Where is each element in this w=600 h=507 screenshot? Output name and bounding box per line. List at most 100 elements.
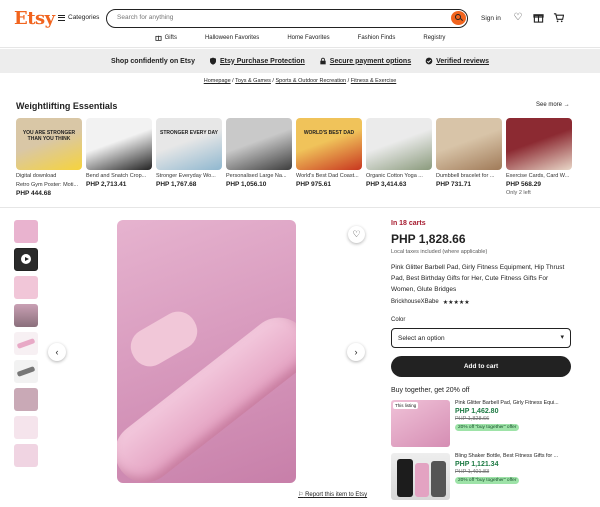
offer-badge: 20% off "buy together" offer [455, 424, 520, 431]
breadcrumb-homepage[interactable]: Homepage [204, 78, 231, 84]
carousel-card-name[interactable]: World's Best Dad Coast... [296, 173, 362, 179]
gift-icon [155, 35, 162, 41]
add-to-cart-button[interactable]: Add to cart [391, 356, 571, 377]
thumbnail-image[interactable] [14, 332, 38, 355]
subnav-registry[interactable]: Registry [423, 34, 445, 41]
verified-reviews-link[interactable]: Verified reviews [425, 57, 489, 65]
previous-image-button[interactable]: ‹ [48, 343, 66, 361]
carts-count: In 18 carts [391, 220, 426, 227]
heart-icon[interactable]: ♡ [512, 12, 524, 24]
subnav-fashion[interactable]: Fashion Finds [358, 34, 396, 41]
carousel-card-price: PHP 568.29 [506, 181, 541, 188]
search-button[interactable] [451, 11, 466, 25]
product-title: Pink Glitter Barbell Pad, Girly Fitness … [391, 264, 565, 293]
play-triangle [25, 257, 29, 261]
bundle-item-old-price: PHP 1,828.66 [455, 416, 490, 422]
thumbnail-image[interactable] [14, 220, 38, 243]
favorite-heart-icon[interactable]: ♡ [348, 226, 365, 243]
cart-icon[interactable] [552, 12, 564, 24]
carousel-card-image[interactable] [436, 118, 502, 170]
product-carousel: YOU ARE STRONGER THAN YOU THINK Digital d… [16, 118, 572, 197]
secure-payment-link[interactable]: Secure payment options [319, 57, 411, 65]
sub-navigation: Gifts Halloween Favorites Home Favorites… [0, 34, 600, 41]
subnav-label: Gifts [164, 34, 177, 41]
thumbnail-image[interactable] [14, 360, 38, 383]
bundle-item-name[interactable]: Bling Shaker Bottle, Best Fitness Gifts … [455, 453, 571, 459]
lock-icon [320, 57, 326, 65]
section-divider [0, 207, 600, 208]
seller-link[interactable]: BrickhouseXBabe [391, 299, 439, 306]
carousel-card[interactable]: WORLD'S BEST DAD World's Best Dad Coast..… [296, 118, 362, 197]
menu-icon [58, 14, 65, 21]
report-item-link[interactable]: ⚐ Report this item to Etsy [298, 491, 367, 498]
purchase-protection-link[interactable]: Etsy Purchase Protection [209, 57, 305, 65]
carousel-card-price: PHP 975.61 [296, 181, 331, 188]
carousel-card-price: PHP 3,414.63 [366, 181, 407, 188]
breadcrumb-toys[interactable]: Toys & Games [235, 78, 271, 84]
etsy-logo[interactable]: Etsy [14, 8, 55, 29]
thumbnail-image[interactable] [14, 444, 38, 467]
bundle-item-image[interactable]: This listing [391, 400, 450, 447]
carousel-card-image[interactable]: STRONGER EVERY DAY [156, 118, 222, 170]
carousel-card-name[interactable]: Organic Cotton Yoga ... [366, 173, 432, 179]
carousel-card[interactable]: Exercise Cards, Card W... PHP 568.29 Only … [506, 118, 572, 197]
thumbnail-image[interactable] [14, 416, 38, 439]
categories-label: Categories [68, 14, 100, 21]
color-label: Color [391, 317, 406, 323]
carousel-card-name[interactable]: Bend and Snatch Crop... [86, 173, 152, 179]
carousel-card[interactable]: Dumbbell bracelet for ... PHP 731.71 [436, 118, 502, 197]
bundle-item-name[interactable]: Pink Glitter Barbell Pad, Girly Fitness … [455, 400, 571, 406]
color-select[interactable]: Select an option ▾ [391, 328, 571, 348]
thumbnail-video[interactable] [14, 248, 38, 271]
breadcrumb: Homepage / Toys & Games / Sports & Outdo… [203, 78, 397, 84]
next-image-button[interactable]: › [347, 343, 365, 361]
thumbnail-strip [14, 220, 38, 467]
carousel-card-image[interactable] [366, 118, 432, 170]
bundle-item-old-price: PHP 1,401.83 [455, 469, 490, 475]
carousel-card-price: PHP 1,767.68 [156, 181, 197, 188]
thumbnail-image[interactable] [14, 388, 38, 411]
carousel-card-name[interactable]: Retro Gym Poster: Moti... [16, 182, 82, 188]
bundle-item-image[interactable] [391, 453, 450, 500]
carousel-card[interactable]: Organic Cotton Yoga ... PHP 3,414.63 [366, 118, 432, 197]
flag-icon: ⚐ [298, 492, 304, 498]
carousel-card-image[interactable] [86, 118, 152, 170]
bundle-item[interactable]: This listing Pink Glitter Barbell Pad, G… [391, 400, 571, 447]
carousel-card-name[interactable]: Personalised Large Na... [226, 173, 292, 179]
subnav-gifts[interactable]: Gifts [155, 34, 177, 41]
star-rating: ★★★★★ [442, 300, 470, 306]
carousel-card[interactable]: YOU ARE STRONGER THAN YOU THINK Digital d… [16, 118, 82, 197]
subnav-halloween[interactable]: Halloween Favorites [205, 34, 259, 41]
gift-icon[interactable] [532, 12, 544, 24]
card-art-text: YOU ARE STRONGER THAN YOU THINK [22, 130, 76, 142]
bundle-item[interactable]: Bling Shaker Bottle, Best Fitness Gifts … [391, 453, 571, 500]
carousel-card[interactable]: Personalised Large Na... PHP 1,056.10 [226, 118, 292, 197]
breadcrumb-fitness[interactable]: Fitness & Exercise [351, 78, 397, 84]
carousel-card-image[interactable] [506, 118, 572, 170]
section-title: Weightlifting Essentials [16, 101, 118, 111]
carousel-card-name[interactable]: Stronger Everyday Wo... [156, 173, 222, 179]
shield-icon [209, 57, 216, 65]
carousel-card-image[interactable]: WORLD'S BEST DAD [296, 118, 362, 170]
breadcrumb-sports[interactable]: Sports & Outdoor Recreation [276, 78, 347, 84]
carousel-card-price: PHP 2,713.41 [86, 181, 127, 188]
carousel-card-image[interactable]: YOU ARE STRONGER THAN YOU THINK [16, 118, 82, 170]
search-placeholder: Search for anything [117, 14, 174, 21]
see-more-link[interactable]: See more → [536, 102, 570, 108]
carousel-card-price: PHP 1,056.10 [226, 181, 267, 188]
site-header: Etsy Categories Search for anything Sign… [0, 0, 600, 48]
chevron-down-icon: ▾ [560, 334, 564, 341]
signin-link[interactable]: Sign in [481, 15, 501, 22]
stock-note: Only 2 left [506, 190, 531, 196]
thumbnail-image[interactable] [14, 304, 38, 327]
arrow-right-icon: → [563, 102, 570, 108]
search-input[interactable]: Search for anything [106, 9, 468, 28]
carousel-card-name[interactable]: Dumbbell bracelet for ... [436, 173, 502, 179]
thumbnail-image[interactable] [14, 276, 38, 299]
subnav-home[interactable]: Home Favorites [287, 34, 329, 41]
carousel-card[interactable]: Bend and Snatch Crop... PHP 2,713.41 [86, 118, 152, 197]
categories-button[interactable]: Categories [58, 14, 99, 21]
carousel-card-name[interactable]: Exercise Cards, Card W... [506, 173, 572, 179]
carousel-card-image[interactable] [226, 118, 292, 170]
carousel-card[interactable]: STRONGER EVERY DAY Stronger Everyday Wo..… [156, 118, 222, 197]
